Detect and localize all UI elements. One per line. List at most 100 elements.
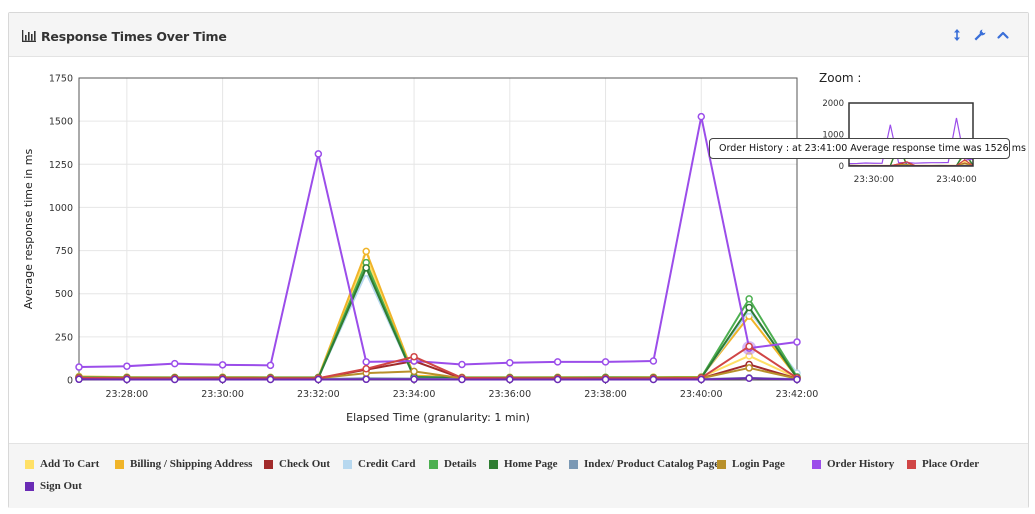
legend-label: Login Page xyxy=(732,458,785,470)
y-tick-label: 1000 xyxy=(49,203,73,214)
data-point xyxy=(362,375,370,384)
data-point xyxy=(123,362,131,370)
legend-swatch xyxy=(717,459,726,469)
legend-label: Check Out xyxy=(279,458,331,470)
legend-item-add-to-cart[interactable]: Add To Cart xyxy=(25,457,99,471)
legend-item-sign-out[interactable]: Sign Out xyxy=(25,479,82,493)
series-line xyxy=(78,261,798,379)
x-tick-label: 23:40:00 xyxy=(680,389,723,400)
navigator-x-tick-label: 23:30:00 xyxy=(854,175,895,185)
legend-label: Details xyxy=(444,458,477,470)
data-point xyxy=(314,150,323,158)
legend-swatch xyxy=(429,459,438,469)
data-point xyxy=(506,375,514,384)
y-tick-label: 1750 xyxy=(49,74,73,85)
legend-label: Order History xyxy=(827,458,895,470)
data-point xyxy=(410,367,418,376)
data-point xyxy=(745,364,753,372)
y-tick-label: 500 xyxy=(55,289,73,300)
legend-label: Home Page xyxy=(504,458,558,470)
legend-item-order-history[interactable]: Order History xyxy=(812,457,894,471)
legend-swatch xyxy=(569,459,578,469)
data-point xyxy=(362,358,370,366)
tooltip: Order History : at 23:41:00 Average resp… xyxy=(709,138,1026,159)
data-point xyxy=(410,375,418,384)
legend-swatch xyxy=(25,459,34,469)
data-point xyxy=(170,375,179,384)
data-point xyxy=(362,247,370,256)
data-point xyxy=(410,352,418,361)
data-point xyxy=(266,361,275,370)
y-tick-label: 250 xyxy=(55,332,73,343)
navigator-x-tick-label: 23:40:00 xyxy=(936,175,977,185)
legend-item-credit-card[interactable]: Credit Card xyxy=(343,457,416,471)
x-axis-label: Elapsed Time (granularity: 1 min) xyxy=(346,411,530,424)
y-tick-label: 1500 xyxy=(49,117,73,128)
legend-item-place-order[interactable]: Place Order xyxy=(907,457,979,471)
series-billing-shipping-address xyxy=(75,247,801,382)
data-point xyxy=(793,338,801,346)
y-tick-label: 1250 xyxy=(49,160,73,171)
legend: Add To Cart Billing / Shipping Address Che… xyxy=(9,443,1028,508)
data-point xyxy=(793,375,801,384)
series-line xyxy=(78,115,798,369)
data-point xyxy=(745,342,753,351)
y-tick-label: 750 xyxy=(55,246,73,257)
legend-swatch xyxy=(25,481,34,491)
legend-label: Index/ Product Catalog Page xyxy=(584,458,720,470)
legend-item-home-page[interactable]: Home Page xyxy=(489,457,557,471)
data-point xyxy=(745,303,753,312)
y-tick-label: 0 xyxy=(67,376,73,387)
data-point xyxy=(506,358,514,367)
legend-item-billing-shipping-address[interactable]: Billing / Shipping Address xyxy=(115,457,252,471)
plot-frame xyxy=(78,77,798,381)
navigator-y-tick-label: 2000 xyxy=(822,99,844,109)
data-point xyxy=(553,375,562,384)
data-point xyxy=(266,375,275,384)
data-point xyxy=(218,361,227,369)
data-point xyxy=(170,359,179,368)
legend-label: Credit Card xyxy=(358,458,416,470)
response-times-chart: 0 250 500 750 1000 1250 1500 1750 23:28:00 23:30:… xyxy=(22,74,977,425)
data-point xyxy=(362,365,370,373)
x-tick-label: 23:32:00 xyxy=(297,389,340,400)
legend-label: Billing / Shipping Address xyxy=(130,458,253,470)
legend-label: Add To Cart xyxy=(40,458,100,470)
legend-item-login-page[interactable]: Login Page xyxy=(717,457,785,471)
data-point xyxy=(458,375,466,384)
navigator-y-tick-label: 0 xyxy=(839,162,844,172)
data-point xyxy=(649,375,658,384)
series-line xyxy=(78,256,798,379)
legend-swatch xyxy=(812,459,821,469)
data-point xyxy=(745,374,753,383)
legend-item-index-product-catalog-page[interactable]: Index/ Product Catalog Page xyxy=(569,457,719,471)
legend-swatch xyxy=(115,459,124,469)
data-point xyxy=(362,264,370,272)
data-point xyxy=(697,112,706,121)
legend-label: Place Order xyxy=(922,458,980,470)
data-point xyxy=(75,375,83,384)
data-point xyxy=(601,375,610,384)
legend-item-check-out[interactable]: Check Out xyxy=(264,457,330,471)
legend-swatch xyxy=(489,459,498,469)
data-point xyxy=(458,360,466,369)
data-point xyxy=(123,375,131,384)
series-line xyxy=(78,250,798,379)
x-tick-label: 23:42:00 xyxy=(776,389,819,400)
legend-swatch xyxy=(343,459,352,469)
data-point xyxy=(75,363,83,371)
data-point xyxy=(601,358,610,366)
x-tick-label: 23:28:00 xyxy=(106,389,149,400)
data-point xyxy=(697,375,706,384)
legend-label: Sign Out xyxy=(40,480,82,492)
series-line xyxy=(78,266,798,379)
legend-swatch xyxy=(264,459,273,469)
data-point xyxy=(218,375,227,384)
series-order-history xyxy=(75,112,801,371)
zoom-title: Zoom : xyxy=(819,71,862,85)
legend-item-details[interactable]: Details xyxy=(429,457,476,471)
y-axis-label: Average response time in ms xyxy=(22,149,35,310)
x-tick-label: 23:34:00 xyxy=(393,389,436,400)
x-tick-label: 23:38:00 xyxy=(584,389,627,400)
x-tick-label: 23:30:00 xyxy=(201,389,244,400)
